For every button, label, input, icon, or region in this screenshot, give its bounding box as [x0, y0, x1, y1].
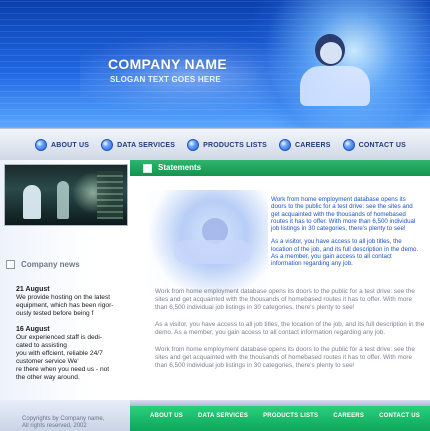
intro-paragraph: Work from home employment database opens…: [271, 196, 416, 233]
nav-item-contact-us[interactable]: CONTACT US: [342, 139, 406, 151]
footer: Copyrights by Company name, All rights r…: [0, 400, 430, 431]
intro-paragraph: As a visitor, you have access to all job…: [271, 238, 419, 268]
nav-item-data-services[interactable]: DATA SERVICES: [101, 139, 175, 151]
body-text-block: Work from home employment database opens…: [155, 288, 425, 379]
header-banner: COMPANY NAME SLOGAN TEXT GOES HERE: [0, 0, 430, 128]
footer-links: ABOUT US DATA SERVICES PRODUCTS LISTS CA…: [130, 406, 430, 431]
nav-bullet-icon: [101, 139, 114, 151]
nav-label: DATA SERVICES: [117, 141, 176, 149]
news-date: 16 August: [16, 326, 50, 333]
company-news-title: Company news: [21, 260, 80, 269]
nav-bullet-icon: [278, 139, 291, 151]
content-photo-arm: [174, 240, 252, 264]
statements-box-icon: [143, 164, 152, 173]
news-date: 21 August: [16, 286, 50, 293]
nav-item-careers[interactable]: CAREERS: [278, 139, 331, 151]
footer-copyright-area: Copyrights by Company name, All rights r…: [0, 400, 130, 431]
footer-links-row: ABOUT US DATA SERVICES PRODUCTS LISTS CA…: [150, 413, 420, 419]
content-photo: [148, 190, 268, 298]
nav-label: ABOUT US: [51, 141, 90, 149]
statements-header: Statements: [130, 160, 430, 176]
nav-bullet-icon: [35, 139, 47, 151]
nav-bullet-icon: [187, 139, 200, 151]
nav-label: CAREERS: [294, 141, 331, 149]
statements-title: Statements: [158, 163, 202, 172]
company-news-list: 21 August We provide hosting on the late…: [16, 286, 126, 390]
footer-link-careers[interactable]: CAREERS: [333, 413, 364, 419]
top-navigation-items: ABOUT US DATA SERVICES PRODUCTS LISTS CA…: [35, 135, 420, 155]
company-name: COMPANY NAME: [108, 56, 227, 72]
header-person-body: [300, 66, 370, 106]
footer-link-contact-us[interactable]: CONTACT US: [379, 413, 420, 419]
news-item: 16 August Our experienced staff is dedi-…: [16, 326, 126, 382]
main-content: Work from home employment database opens…: [130, 176, 430, 400]
body-paragraph: Work from home employment database opens…: [155, 288, 415, 311]
news-item: 21 August We provide hosting on the late…: [16, 286, 126, 318]
footer-link-data-services[interactable]: DATA SERVICES: [198, 413, 248, 419]
body-paragraph: Work from home employment database opens…: [155, 346, 415, 369]
top-navigation: ABOUT US DATA SERVICES PRODUCTS LISTS CA…: [0, 128, 430, 162]
nav-item-about-us[interactable]: ABOUT US: [35, 139, 89, 151]
nav-item-products-lists[interactable]: PRODUCTS LISTS: [187, 139, 267, 151]
footer-link-about-us[interactable]: ABOUT US: [150, 413, 183, 419]
nav-bullet-icon: [342, 139, 355, 151]
company-news-heading: Company news: [6, 260, 80, 269]
news-text: Our experienced staff is dedi- cated to …: [16, 334, 110, 381]
intro-text-block: Work from home employment database opens…: [271, 196, 421, 274]
news-text: We provide hosting on the latest equipme…: [16, 294, 114, 317]
footer-link-products-lists[interactable]: PRODUCTS LISTS: [263, 413, 318, 419]
body-paragraph: As a visitor, you have access to all job…: [155, 321, 425, 336]
sidebar-photo-server-rack: [97, 171, 123, 219]
news-heading-box-icon: [6, 260, 15, 269]
header-person-face: [320, 42, 342, 64]
slogan: SLOGAN TEXT GOES HERE: [110, 75, 221, 84]
left-sidebar: Company news 21 August We provide hostin…: [0, 160, 131, 400]
sidebar-photo-person: [57, 181, 69, 219]
nav-label: CONTACT US: [358, 141, 406, 149]
footer-copyright: Copyrights by Company name, All rights r…: [22, 416, 105, 429]
sidebar-photo: [4, 164, 128, 226]
nav-label: PRODUCTS LISTS: [203, 141, 267, 149]
sidebar-photo-person: [23, 185, 41, 219]
